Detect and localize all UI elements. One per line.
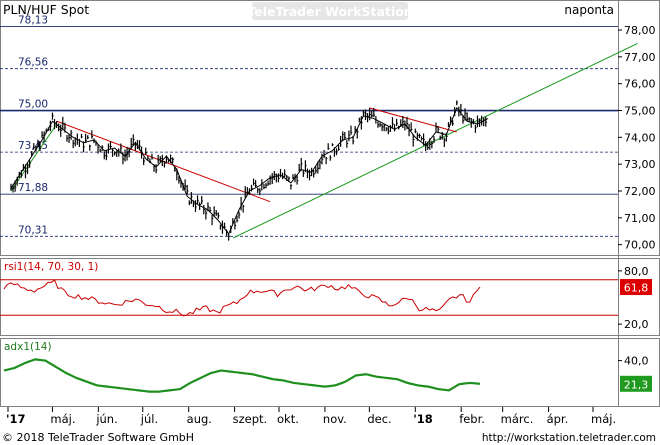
y-tick-label: 40,0 [624, 355, 649, 368]
y-tick-label: 73,00 [624, 158, 656, 171]
rsi-title: rsi1(14, 70, 30, 1) [4, 261, 98, 273]
level-label: 78,13 [18, 15, 48, 27]
level-label: 71,88 [18, 182, 48, 194]
period-label: naponta [564, 3, 614, 17]
x-tick-label: jún. [95, 412, 117, 426]
x-tick-label: nov. [323, 412, 347, 426]
y-tick-label: 20,0 [624, 318, 649, 331]
x-tick-label: febr. [459, 412, 485, 426]
chart-canvas: PLN/HUF Spot TeleTrader WorkStation napo… [0, 0, 660, 445]
y-tick-label: 74,00 [624, 131, 656, 144]
x-tick-label: aug. [187, 412, 212, 426]
y-tick-label: 77,00 [624, 51, 656, 64]
level-label: 73,45 [18, 140, 48, 152]
y-tick-label: 72,00 [624, 185, 656, 198]
level-label: 75,00 [18, 99, 48, 111]
price-y-axis: 78,00 77,00 76,00 75,00 74,00 73,00 72,00 71,00… [618, 24, 656, 252]
last-value-label: 21,3 [624, 378, 649, 391]
x-tick-label: '18 [413, 412, 433, 426]
source-url: http://workstation.teletrader.com [482, 432, 656, 444]
x-tick-label: márc. [501, 412, 534, 426]
x-tick-label: '17 [6, 412, 26, 426]
y-tick-label: 78,00 [624, 24, 656, 37]
copyright-text: © 2018 TeleTrader Software GmbH [2, 431, 194, 444]
y-tick-label: 71,00 [624, 212, 656, 225]
x-tick-label: ápr. [547, 412, 569, 426]
y-tick-label: 80,0 [624, 265, 649, 278]
y-tick-label: 70,00 [624, 239, 656, 252]
x-tick-label: júl. [140, 412, 158, 426]
level-label: 76,56 [18, 57, 48, 69]
level-label: 70,31 [18, 224, 48, 236]
adx-title: adx1(14) [4, 341, 52, 353]
y-tick-label: 75,00 [624, 105, 656, 118]
x-tick-label: máj. [50, 412, 75, 426]
last-value-label: 61,8 [624, 282, 649, 295]
x-tick-label: szept. [233, 412, 268, 426]
x-tick-label: máj. [591, 412, 616, 426]
chart-background [0, 0, 660, 445]
x-tick-label: dec. [367, 412, 391, 426]
x-tick-label: okt. [277, 412, 299, 426]
watermark-text: TeleTrader WorkStation [247, 4, 412, 19]
y-tick-label: 76,00 [624, 78, 656, 91]
